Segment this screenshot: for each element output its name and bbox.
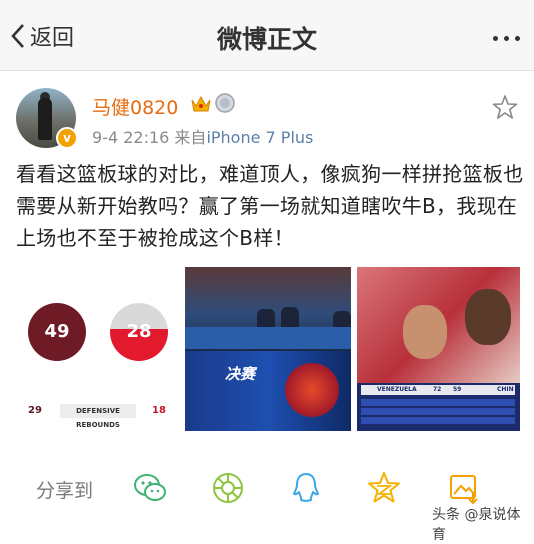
- post-image-1[interactable]: 49 28 29 DEFENSIVE REBOUNDS 18: [16, 267, 180, 431]
- rebounds-left: 29: [28, 405, 42, 416]
- rebounds-row: 29 DEFENSIVE REBOUNDS 18: [16, 403, 180, 429]
- post-date: 9-4 22:16: [92, 128, 170, 147]
- verified-badge-icon: v: [56, 127, 78, 149]
- save-image-icon[interactable]: [446, 470, 482, 506]
- username[interactable]: 马健0820: [92, 93, 178, 120]
- qzone-icon[interactable]: [366, 470, 402, 506]
- rebounds-right: 18: [152, 405, 166, 416]
- favorite-star-icon[interactable]: [492, 94, 518, 120]
- post-source-prefix: 来自: [174, 128, 207, 147]
- post-image-2[interactable]: 决赛: [185, 267, 351, 431]
- crown-badge-icon: [191, 95, 211, 112]
- watermark: 头条 @泉说体育: [432, 507, 521, 543]
- share-label: 分享到: [36, 480, 94, 502]
- post-image-3[interactable]: VENEZUELA 72 59 CHIN: [357, 267, 520, 431]
- qq-icon[interactable]: [288, 470, 324, 506]
- post-body: 看看这篮板球的对比，难道顶人，像疯狗一样拼抢篮板也需要从新开始教吗？赢了第一场就…: [16, 162, 524, 250]
- medal-badge-icon: [215, 93, 235, 113]
- rebounds-label: DEFENSIVE REBOUNDS: [60, 404, 136, 429]
- stat-circle-left: 49: [28, 303, 86, 361]
- stat-circle-right: 28: [110, 303, 168, 361]
- post-meta: 9-4 22:16 来自iPhone 7 Plus: [92, 124, 313, 148]
- wechat-icon[interactable]: [132, 470, 168, 506]
- scoreboard-header: VENEZUELA 72 59 CHIN: [361, 385, 515, 395]
- nav-bar: 返回 微博正文: [0, 0, 534, 71]
- page-title: 微博正文: [216, 25, 317, 54]
- moments-icon[interactable]: [210, 470, 246, 506]
- broadcast-graphic: 决赛: [225, 365, 256, 383]
- more-button[interactable]: [487, 26, 520, 45]
- post-source[interactable]: iPhone 7 Plus: [206, 128, 313, 147]
